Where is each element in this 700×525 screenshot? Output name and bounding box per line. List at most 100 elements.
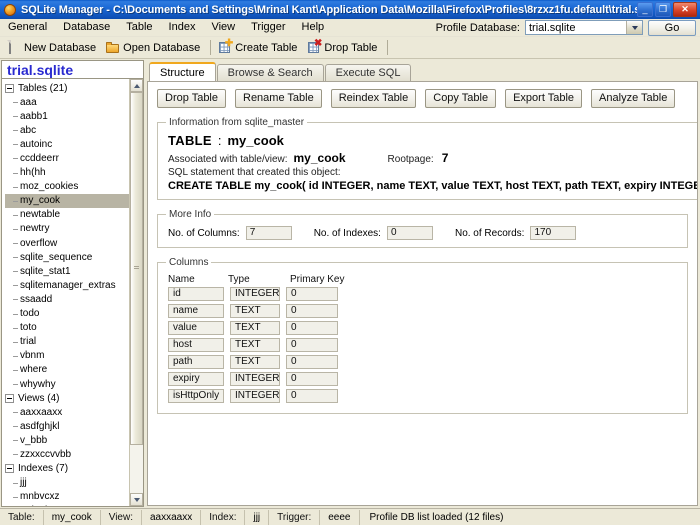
tree-item-where[interactable]: where <box>4 363 129 377</box>
expander-icon[interactable] <box>5 464 14 474</box>
column-primary-key-cell: 0 <box>286 338 338 352</box>
new-database-button[interactable]: New Database <box>4 38 102 57</box>
table-row: id INTEGER 0 <box>168 287 679 301</box>
tree-group-label: Views (4) <box>18 392 60 404</box>
maximize-button[interactable]: ❐ <box>655 2 671 17</box>
tree-item-newtable[interactable]: newtable <box>4 208 129 222</box>
close-button[interactable]: ✕ <box>673 2 697 17</box>
profile-database-select[interactable]: trial.sqlite <box>525 20 643 35</box>
more-info-legend: More Info <box>169 209 212 220</box>
window-title: SQLite Manager - C:\Documents and Settin… <box>21 3 637 16</box>
tree-item-jjj[interactable]: jjj <box>4 476 129 490</box>
window-controls: _ ❐ ✕ <box>637 2 698 17</box>
scroll-down-icon[interactable] <box>130 493 143 506</box>
tree-item-toto[interactable]: toto <box>4 321 129 335</box>
scrollbar-thumb[interactable] <box>130 92 143 445</box>
tree-item-trial[interactable]: trial <box>4 335 129 349</box>
tree-item-aaxxaaxx[interactable]: aaxxaaxx <box>4 405 129 419</box>
tree-item-sqlitemanager_extras[interactable]: sqlitemanager_extras <box>4 278 129 292</box>
tree-scrollbar[interactable] <box>129 79 143 506</box>
status-index-label: Index: <box>201 509 246 525</box>
menu-item-help[interactable]: Help <box>294 20 333 35</box>
toolbar-divider-2 <box>387 40 389 55</box>
rename-table-action[interactable]: Rename Table <box>235 89 322 108</box>
tree-item-aabb1[interactable]: aabb1 <box>4 109 129 123</box>
tree-item-my_cook[interactable]: my_cook <box>5 193 129 208</box>
tree-item-ccddeerr[interactable]: ccddeerr <box>4 151 129 165</box>
tree-item-ssaadd[interactable]: ssaadd <box>4 292 129 306</box>
object-tree[interactable]: Tables (21) aaa aabb1 abc autoinc ccddeerr hh(… <box>2 79 129 506</box>
menu-item-database[interactable]: Database <box>55 20 118 35</box>
column-type-cell: INTEGER <box>230 372 280 386</box>
table-row: value TEXT 0 <box>168 321 679 335</box>
tree-item-label: ccddeerr <box>20 153 59 165</box>
open-folder-icon <box>106 41 120 55</box>
tree-item-todo[interactable]: todo <box>4 307 129 321</box>
tree-item-mrinal[interactable]: mrinal <box>4 504 129 506</box>
profile-database-value: trial.sqlite <box>529 21 576 34</box>
table-delete-icon: ✖ <box>307 38 322 55</box>
drop-table-action[interactable]: Drop Table <box>157 89 226 108</box>
copy-table-action[interactable]: Copy Table <box>425 89 497 108</box>
analyze-table-action[interactable]: Analyze Table <box>591 89 676 108</box>
minimize-button[interactable]: _ <box>637 2 653 17</box>
tree-item-vbnm[interactable]: vbnm <box>4 349 129 363</box>
table-row: expiry INTEGER 0 <box>168 372 679 386</box>
tree-item-overflow[interactable]: overflow <box>4 236 129 250</box>
reindex-table-action[interactable]: Reindex Table <box>330 89 417 108</box>
create-table-button[interactable]: ✚ Create Table <box>215 38 303 57</box>
columns-section: Columns Name Type Primary Key id INTEGER 0… <box>157 257 688 414</box>
column-primary-key-cell: 0 <box>286 355 338 369</box>
status-bar: Table: my_cook View: aaxxaaxx Index: jjj… <box>0 508 700 525</box>
tree-item-zzxxccvvbb[interactable]: zzxxccvvbb <box>4 447 129 461</box>
tree-item-label: asdfghjkl <box>20 420 60 432</box>
main-toolbar: New Database Open Database ✚ Create Tabl… <box>0 37 700 59</box>
tree-item-aaa[interactable]: aaa <box>4 95 129 109</box>
tree-item-asdfghjkl[interactable]: asdfghjkl <box>4 419 129 433</box>
drop-table-label: Drop Table <box>324 41 378 54</box>
menu-item-trigger[interactable]: Trigger <box>243 20 293 35</box>
tree-item-abc[interactable]: abc <box>4 123 129 137</box>
tree-item-mnbvcxz[interactable]: mnbvcxz <box>4 490 129 504</box>
expander-icon[interactable] <box>5 393 14 403</box>
go-button[interactable]: Go <box>648 19 696 36</box>
menu-item-index[interactable]: Index <box>161 20 204 35</box>
main-pane: Structure Browse & Search Execute SQL Dr… <box>146 59 700 508</box>
menu-item-view[interactable]: View <box>203 20 243 35</box>
tree-container: Tables (21) aaa aabb1 abc autoinc ccddeerr hh(… <box>1 79 144 507</box>
tree-item-label: mrinal <box>20 505 47 506</box>
tree-item-label: sqlitemanager_extras <box>20 279 116 291</box>
tree-item-whywhy[interactable]: whywhy <box>4 377 129 391</box>
tab-browse-search[interactable]: Browse & Search <box>216 64 324 81</box>
new-page-icon <box>7 39 21 55</box>
tree-item-label: abc <box>20 124 37 136</box>
tab-structure[interactable]: Structure <box>149 62 216 81</box>
tree-item-v_bbb[interactable]: v_bbb <box>4 433 129 447</box>
tree-item-label: where <box>20 364 48 376</box>
tree-item-label: my_cook <box>20 195 61 207</box>
object-tree-pane: trial.sqlite Tables (21) aaa aabb1 abc autoi… <box>0 59 146 508</box>
open-database-button[interactable]: Open Database <box>103 38 206 57</box>
drop-table-button[interactable]: ✖ Drop Table <box>304 38 383 57</box>
tree-item-newtry[interactable]: newtry <box>4 222 129 236</box>
tree-group-views[interactable]: Views (4) <box>4 391 129 405</box>
sqlite-master-legend: Information from sqlite_master <box>169 117 305 128</box>
tree-item-moz_cookies[interactable]: moz_cookies <box>4 180 129 194</box>
tree-group-label: Tables (21) <box>18 82 68 94</box>
tree-item-sqlite_stat1[interactable]: sqlite_stat1 <box>4 264 129 278</box>
tree-group-indexes[interactable]: Indexes (7) <box>4 462 129 476</box>
tree-item-autoinc[interactable]: autoinc <box>4 137 129 151</box>
column-primary-key-cell: 0 <box>286 321 338 335</box>
expander-icon[interactable] <box>5 83 14 93</box>
column-name-cell: expiry <box>168 372 224 386</box>
tree-group-tables[interactable]: Tables (21) <box>4 81 129 95</box>
sqlite-master-section: Information from sqlite_master TABLE : m… <box>157 117 697 200</box>
export-table-action[interactable]: Export Table <box>505 89 583 108</box>
menu-item-general[interactable]: General <box>0 20 55 35</box>
menu-item-table[interactable]: Table <box>118 20 160 35</box>
scrollbar-track[interactable] <box>130 92 143 493</box>
tab-execute-sql[interactable]: Execute SQL <box>324 64 412 81</box>
tree-item-sqlite_sequence[interactable]: sqlite_sequence <box>4 250 129 264</box>
tree-item-hh-hh[interactable]: hh(hh <box>4 166 129 180</box>
scroll-up-icon[interactable] <box>130 79 143 92</box>
